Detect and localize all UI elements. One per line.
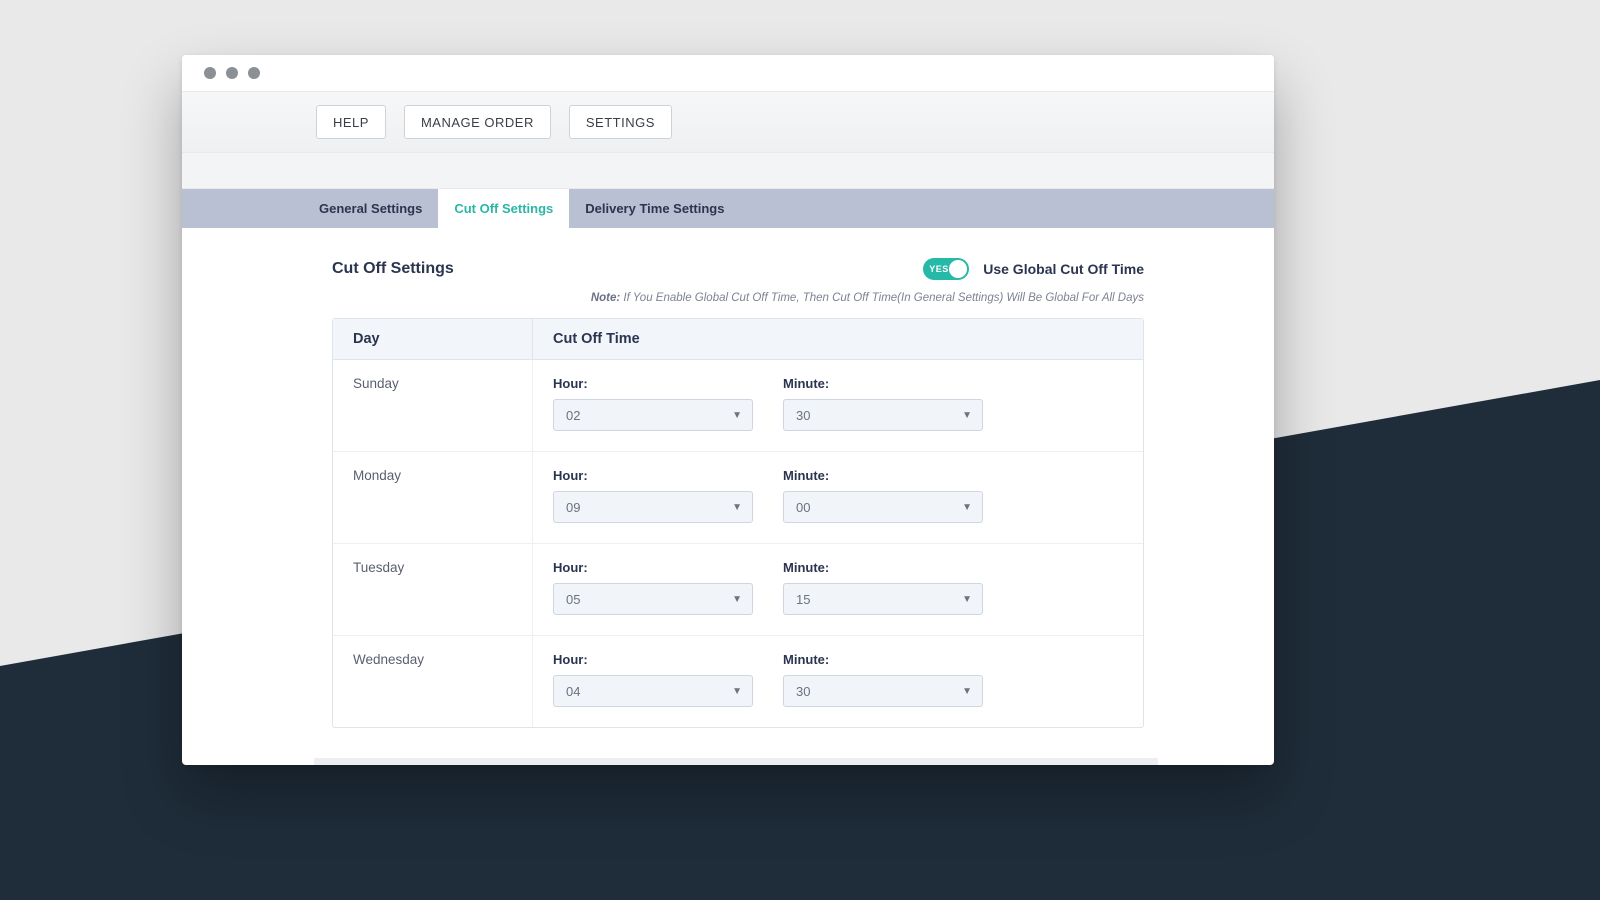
hour-value: 09 — [566, 500, 580, 515]
note-prefix: Note: — [591, 292, 620, 304]
table-row: Wednesday Hour: 04 ▼ Minute: — [333, 636, 1143, 727]
chevron-down-icon: ▼ — [962, 410, 972, 421]
content-area: Cut Off Settings YES Use Global Cut Off … — [182, 228, 1274, 765]
sub-toolbar — [182, 153, 1274, 189]
hour-select-monday[interactable]: 09 ▼ — [553, 491, 753, 523]
hour-label: Hour: — [553, 376, 753, 391]
app-window: HELP MANAGE ORDER SETTINGS General Setti… — [182, 55, 1274, 765]
tab-general-settings[interactable]: General Settings — [303, 189, 438, 228]
hour-select-tuesday[interactable]: 05 ▼ — [553, 583, 753, 615]
global-cutoff-toggle[interactable]: YES — [923, 258, 969, 280]
chevron-down-icon: ▼ — [732, 410, 742, 421]
hour-label: Hour: — [553, 652, 753, 667]
manage-order-button[interactable]: MANAGE ORDER — [404, 105, 551, 139]
hour-value: 02 — [566, 408, 580, 423]
chevron-down-icon: ▼ — [732, 502, 742, 513]
chevron-down-icon: ▼ — [962, 502, 972, 513]
minute-label: Minute: — [783, 652, 983, 667]
chevron-down-icon: ▼ — [962, 594, 972, 605]
table-row: Sunday Hour: 02 ▼ Minute: — [333, 360, 1143, 452]
note-text: Note: If You Enable Global Cut Off Time,… — [332, 292, 1144, 304]
minute-value: 30 — [796, 684, 810, 699]
section-title: Cut Off Settings — [332, 260, 454, 278]
minute-label: Minute: — [783, 560, 983, 575]
window-titlebar — [182, 55, 1274, 91]
table-header: Day Cut Off Time — [333, 319, 1143, 360]
minute-select-wednesday[interactable]: 30 ▼ — [783, 675, 983, 707]
hour-label: Hour: — [553, 560, 753, 575]
hour-label: Hour: — [553, 468, 753, 483]
minute-label: Minute: — [783, 468, 983, 483]
chevron-down-icon: ▼ — [732, 594, 742, 605]
minute-value: 30 — [796, 408, 810, 423]
hour-select-wednesday[interactable]: 04 ▼ — [553, 675, 753, 707]
table-header-time: Cut Off Time — [533, 319, 1143, 359]
minute-value: 15 — [796, 592, 810, 607]
day-cell: Wednesday — [333, 636, 533, 727]
help-button[interactable]: HELP — [316, 105, 386, 139]
minute-select-sunday[interactable]: 30 ▼ — [783, 399, 983, 431]
table-row: Tuesday Hour: 05 ▼ Minute: — [333, 544, 1143, 636]
chevron-down-icon: ▼ — [962, 686, 972, 697]
table-row: Monday Hour: 09 ▼ Minute: — [333, 452, 1143, 544]
cutoff-table: Day Cut Off Time Sunday Hour: 02 ▼ — [332, 318, 1144, 728]
minute-value: 00 — [796, 500, 810, 515]
day-cell: Sunday — [333, 360, 533, 451]
toggle-state-label: YES — [929, 264, 949, 274]
day-cell: Monday — [333, 452, 533, 543]
chevron-down-icon: ▼ — [732, 686, 742, 697]
settings-button[interactable]: SETTINGS — [569, 105, 672, 139]
minute-select-monday[interactable]: 00 ▼ — [783, 491, 983, 523]
window-dot-zoom[interactable] — [248, 67, 260, 79]
tab-delivery-time-settings[interactable]: Delivery Time Settings — [569, 189, 740, 228]
table-header-day: Day — [333, 319, 533, 359]
minute-select-tuesday[interactable]: 15 ▼ — [783, 583, 983, 615]
tab-cut-off-settings[interactable]: Cut Off Settings — [438, 189, 569, 228]
day-cell: Tuesday — [333, 544, 533, 635]
minute-label: Minute: — [783, 376, 983, 391]
hour-select-sunday[interactable]: 02 ▼ — [553, 399, 753, 431]
toggle-knob — [949, 260, 967, 278]
note-body: If You Enable Global Cut Off Time, Then … — [620, 292, 1144, 304]
hour-value: 05 — [566, 592, 580, 607]
horizontal-scrollbar[interactable] — [314, 758, 1158, 765]
window-dot-minimize[interactable] — [226, 67, 238, 79]
hour-value: 04 — [566, 684, 580, 699]
global-cutoff-toggle-label: Use Global Cut Off Time — [983, 261, 1144, 277]
main-toolbar: HELP MANAGE ORDER SETTINGS — [182, 91, 1274, 153]
window-dot-close[interactable] — [204, 67, 216, 79]
settings-tabs: General Settings Cut Off Settings Delive… — [182, 189, 1274, 228]
